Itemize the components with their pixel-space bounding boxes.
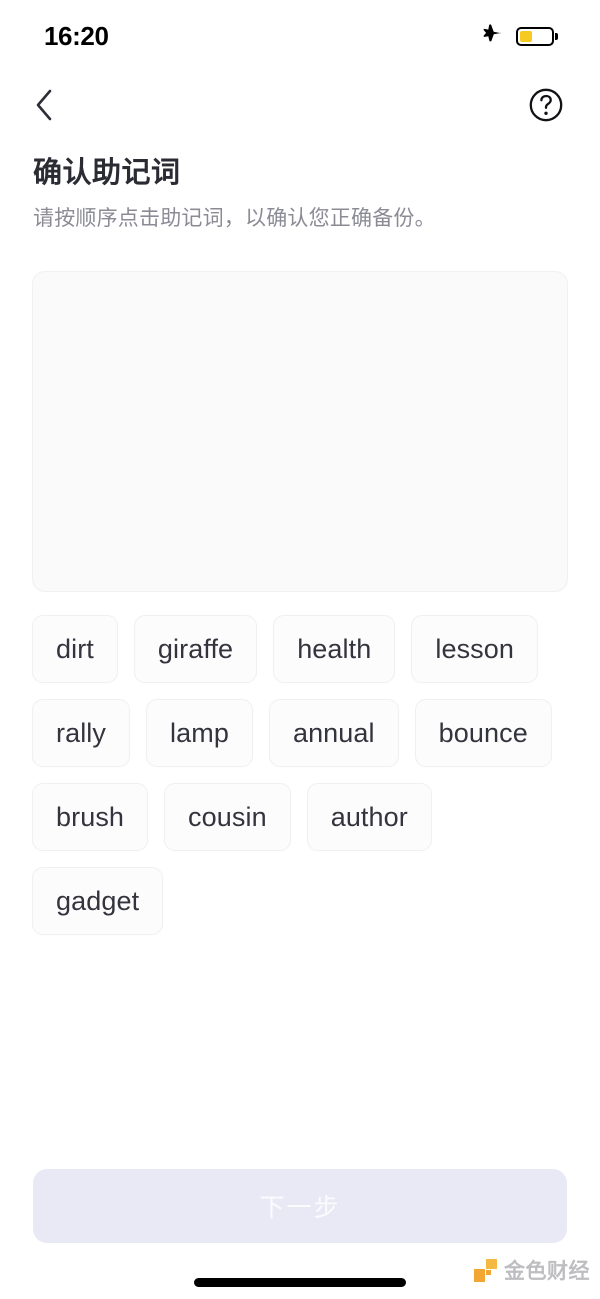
nav-bar [0,72,600,138]
footer-actions: 下一步 [0,1169,600,1243]
word-chip[interactable]: rally [32,699,131,768]
word-chip[interactable]: gadget [32,867,164,936]
battery-fill [519,30,533,42]
back-button[interactable] [22,83,66,127]
jinse-logo-icon [474,1258,497,1282]
page-title: 确认助记词 [33,157,181,189]
word-chip[interactable]: cousin [164,783,291,852]
status-time: 16:20 [44,20,109,51]
word-chip[interactable]: author [306,783,432,852]
word-chip[interactable]: annual [268,699,399,768]
watermark-label: 金色财经 [504,1260,590,1283]
home-indicator[interactable] [194,1278,406,1287]
header-block: 确认助记词 请按顺序点击助记词，以确认您正确备份。 [0,138,600,233]
word-chip[interactable]: bounce [414,699,552,768]
airplane-icon [479,22,503,51]
help-button[interactable] [528,87,564,123]
word-chip[interactable]: health [273,615,396,684]
word-chip[interactable]: lesson [411,615,539,684]
battery-outline [515,26,554,46]
battery-cap [555,32,558,40]
word-chip[interactable]: giraffe [133,615,258,684]
chevron-left-icon [36,89,52,121]
watermark: 金色财经 [474,1255,590,1285]
page-subtitle: 请按顺序点击助记词，以确认您正确备份。 [33,206,436,230]
word-chip[interactable]: lamp [146,699,253,768]
question-circle-icon [529,88,563,122]
word-chip[interactable]: brush [32,783,149,852]
status-indicators [479,22,558,51]
status-bar: 16:20 [0,0,600,72]
selected-words-drop-zone[interactable] [32,271,568,593]
battery-icon [515,26,558,46]
word-chip[interactable]: dirt [32,615,118,684]
next-button[interactable]: 下一步 [33,1169,567,1243]
word-bank: dirt giraffe health lesson rally lamp annual bo… [0,592,600,936]
